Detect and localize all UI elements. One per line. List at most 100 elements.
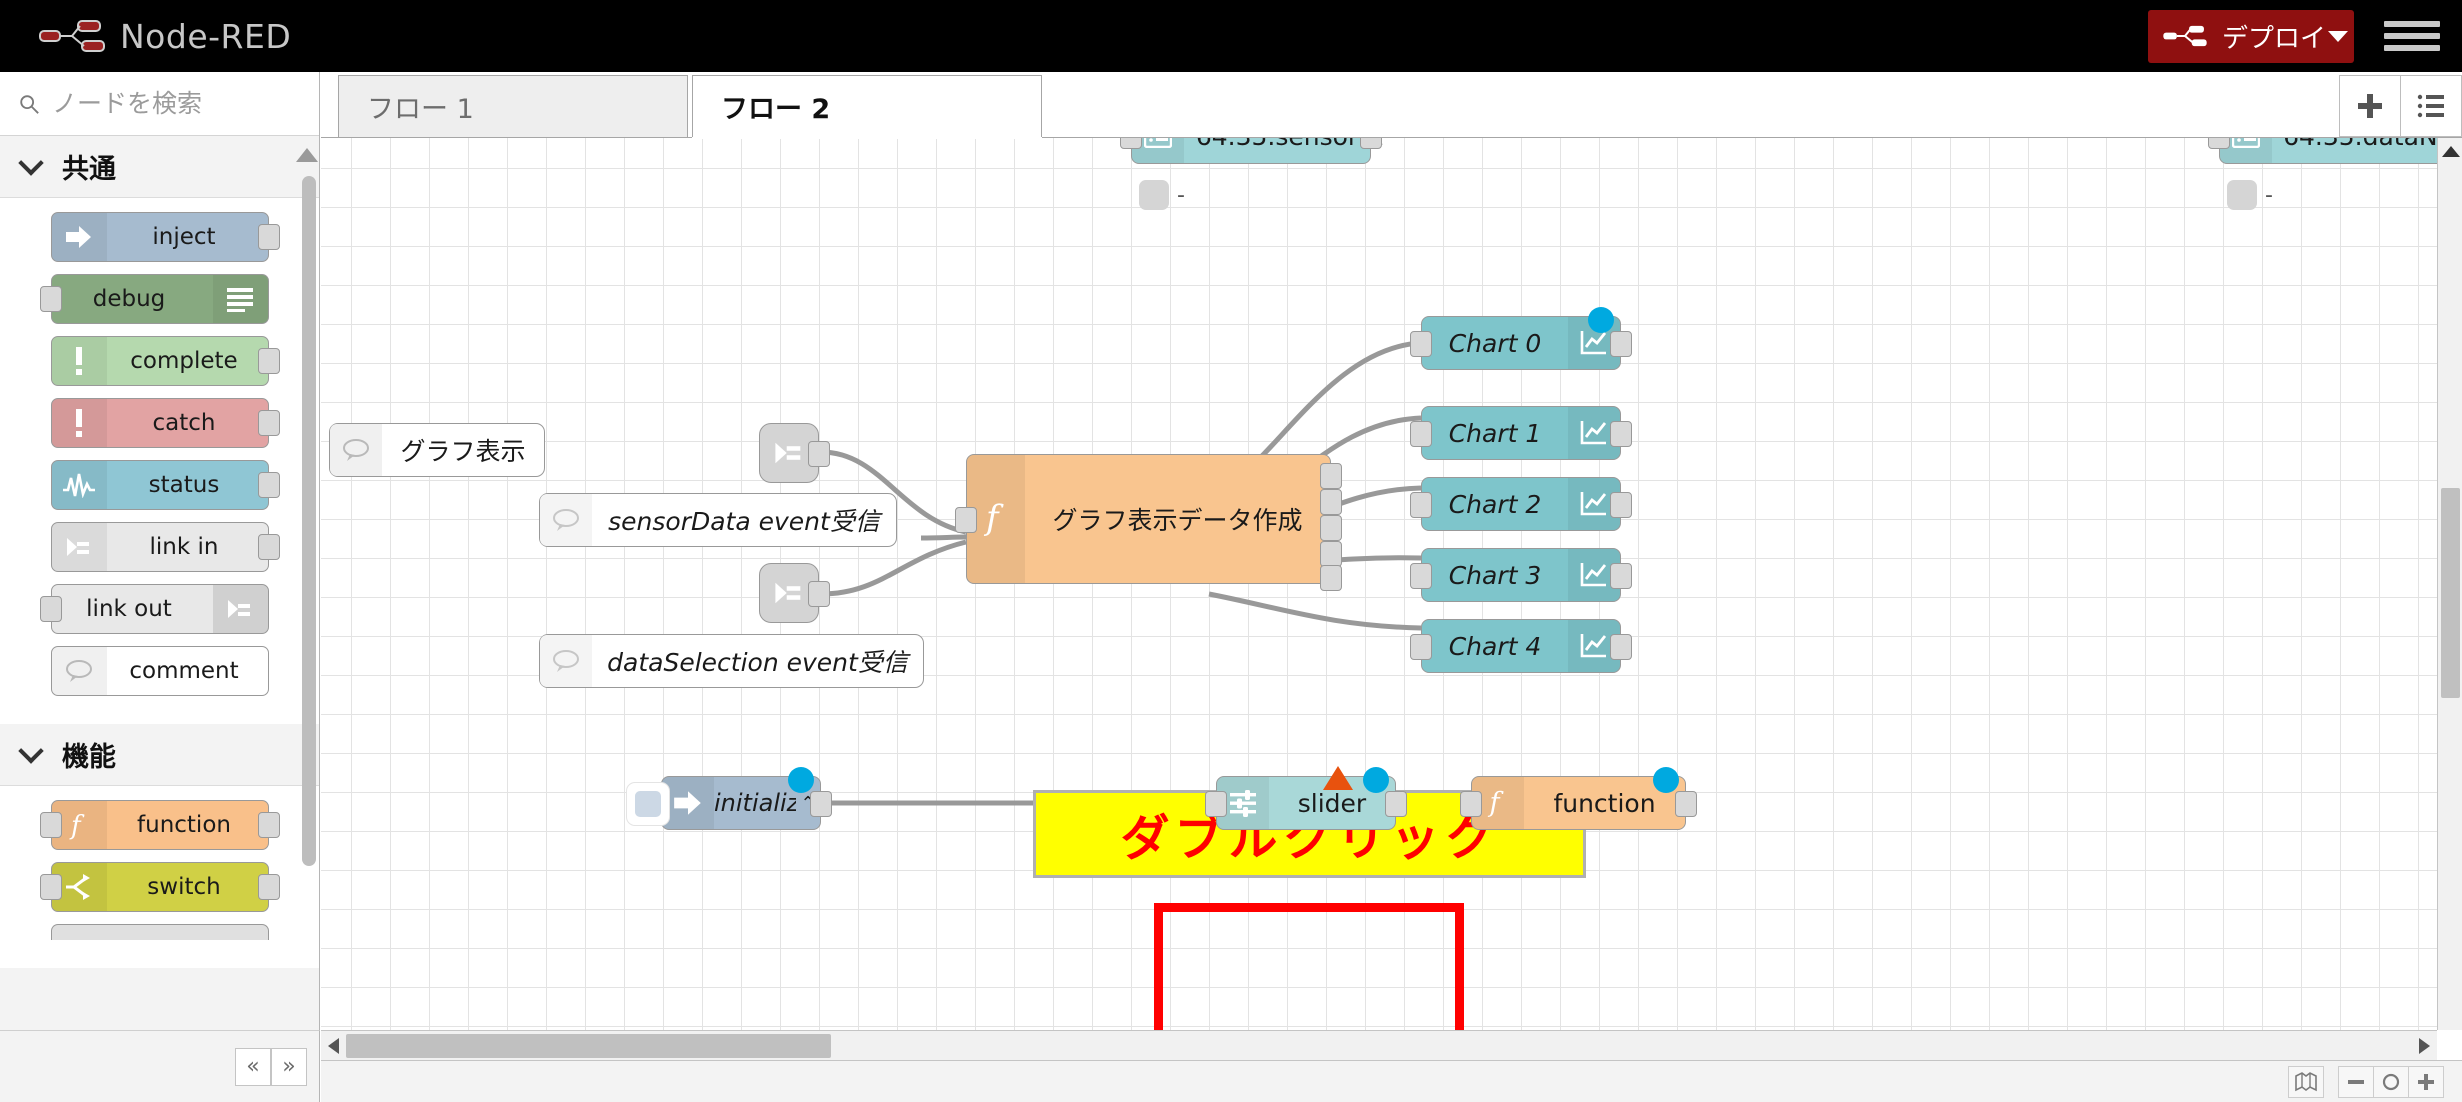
- node-output-port-1[interactable]: [1320, 489, 1342, 515]
- node-input-port[interactable]: [39, 812, 62, 838]
- collapse-all-button[interactable]: «: [235, 1047, 271, 1086]
- node-function-right[interactable]: f function: [1460, 767, 1697, 830]
- node-input-port[interactable]: [1205, 791, 1227, 817]
- node-output-port[interactable]: [1610, 421, 1632, 447]
- node-datana-clipped[interactable]: 64.35.dataNa: [2208, 138, 2462, 164]
- palette-category-function-body: f function switch: [0, 786, 319, 968]
- palette-node-switch[interactable]: switch: [39, 862, 280, 912]
- node-input-port[interactable]: [39, 596, 62, 622]
- palette-node-debug[interactable]: debug: [39, 274, 269, 324]
- node-output-port[interactable]: [257, 224, 280, 250]
- node-input-port[interactable]: [1460, 791, 1482, 817]
- node-output-port-4[interactable]: [1320, 565, 1342, 591]
- zoom-in-button[interactable]: [2408, 1065, 2444, 1098]
- node-output-port[interactable]: [257, 472, 280, 498]
- search-input[interactable]: [52, 89, 292, 118]
- node-output-port-0[interactable]: [1320, 463, 1342, 489]
- canvas-horizontal-scrollbar[interactable]: [321, 1030, 2437, 1060]
- comment-dataselection-event[interactable]: dataSelection event受信: [539, 634, 924, 688]
- node-sensor-clipped[interactable]: 64.35.sensor: [1120, 138, 1382, 164]
- node-output-port[interactable]: [808, 581, 830, 607]
- scroll-left-icon[interactable]: [328, 1038, 339, 1054]
- node-slider[interactable]: slider: [1205, 766, 1407, 830]
- node-input-port[interactable]: [1410, 421, 1432, 447]
- node-input-port[interactable]: [39, 874, 62, 900]
- node-input-port[interactable]: [39, 286, 62, 312]
- deploy-button[interactable]: デプロイ: [2147, 9, 2354, 63]
- node-input-port[interactable]: [1410, 492, 1432, 518]
- hscroll-thumb[interactable]: [346, 1034, 831, 1058]
- flow-list-button[interactable]: [2400, 75, 2462, 137]
- node-output-port[interactable]: [1675, 791, 1697, 817]
- chevron-down-icon[interactable]: [2328, 30, 2348, 42]
- palette-node-status[interactable]: status: [50, 460, 280, 510]
- node-link-in-top[interactable]: [759, 563, 830, 623]
- node-label: グラフ表示データ作成: [1052, 506, 1303, 535]
- node-output-port[interactable]: [257, 410, 280, 436]
- node-output-port[interactable]: [1385, 791, 1407, 817]
- node-input-port[interactable]: [1120, 138, 1142, 149]
- node-input-port[interactable]: [2208, 138, 2230, 149]
- scroll-up-icon[interactable]: [2442, 146, 2460, 157]
- palette-node-comment[interactable]: comment: [50, 646, 269, 696]
- vscroll-thumb[interactable]: [2441, 488, 2460, 698]
- scroll-right-icon[interactable]: [2419, 1038, 2430, 1054]
- node-chart-1[interactable]: Chart 1: [1410, 406, 1632, 460]
- comment-bubble-icon: [540, 635, 592, 687]
- palette-category-function[interactable]: 機能: [0, 724, 319, 786]
- canvas-vertical-scrollbar[interactable]: [2437, 138, 2462, 1030]
- node-chart-4[interactable]: Chart 4: [1410, 619, 1632, 673]
- node-chart-0[interactable]: Chart 0: [1410, 307, 1632, 370]
- node-output-port[interactable]: [257, 348, 280, 374]
- node-output-port[interactable]: [810, 791, 832, 817]
- palette-category-common[interactable]: 共通: [0, 136, 319, 198]
- hamburger-menu-icon[interactable]: [2384, 15, 2440, 57]
- node-chart-3[interactable]: Chart 3: [1410, 548, 1632, 602]
- palette-node-catch[interactable]: catch: [50, 398, 280, 448]
- node-inject-initialize[interactable]: initialize ⌃: [661, 767, 832, 830]
- node-output-port[interactable]: [1610, 331, 1632, 357]
- palette-node-partial[interactable]: [50, 924, 269, 940]
- palette-node-inject[interactable]: inject: [50, 212, 280, 262]
- palette-node-link-in[interactable]: link in: [50, 522, 280, 572]
- node-input-port[interactable]: [1410, 331, 1432, 357]
- status-chip: [1139, 180, 1169, 210]
- comment-sensordata-event[interactable]: sensorData event受信: [539, 493, 897, 547]
- node-input-port[interactable]: [1410, 563, 1432, 589]
- node-output-port[interactable]: [257, 812, 280, 838]
- palette-node-link-out[interactable]: link out: [39, 584, 269, 634]
- node-output-port-2[interactable]: [1320, 515, 1342, 541]
- node-link-in-bottom[interactable]: [759, 423, 830, 483]
- deploy-node-red-logo-icon: [2163, 25, 2207, 47]
- palette-scrollbar-thumb[interactable]: [302, 176, 316, 866]
- node-chart-2[interactable]: Chart 2: [1410, 477, 1632, 531]
- tab-flow-1[interactable]: フロー 1: [338, 75, 688, 137]
- node-output-port[interactable]: [808, 441, 830, 467]
- node-input-port[interactable]: [955, 507, 977, 533]
- zoom-reset-button[interactable]: [2373, 1065, 2409, 1098]
- navigator-button[interactable]: [2288, 1065, 2324, 1098]
- node-output-port-3[interactable]: [1320, 541, 1342, 567]
- node-output-port[interactable]: [1610, 492, 1632, 518]
- expand-all-button[interactable]: »: [271, 1047, 307, 1086]
- node-function-graphdata[interactable]: f グラフ表示データ作成: [955, 454, 1342, 591]
- triangle-up-icon[interactable]: [296, 148, 318, 162]
- debug-list-icon: [212, 275, 268, 323]
- node-output-port[interactable]: [257, 874, 280, 900]
- flow-canvas[interactable]: 64.35.sensor - 64.35.dataNa - グラフ表示 sens…: [321, 138, 2462, 1030]
- node-output-port[interactable]: [1360, 138, 1382, 149]
- tab-flow-2[interactable]: フロー 2: [692, 75, 1042, 137]
- inject-trigger-button[interactable]: [626, 782, 670, 826]
- status-badge: [1363, 767, 1389, 793]
- palette-node-complete[interactable]: complete: [50, 336, 280, 386]
- svg-text:f: f: [1488, 788, 1505, 819]
- node-output-port[interactable]: [1610, 563, 1632, 589]
- node-output-port[interactable]: [257, 534, 280, 560]
- comment-graph-display[interactable]: グラフ表示: [329, 423, 545, 477]
- add-flow-button[interactable]: [2339, 75, 2401, 137]
- node-output-port[interactable]: [1610, 634, 1632, 660]
- palette-node-function[interactable]: f function: [39, 800, 280, 850]
- zoom-out-button[interactable]: [2338, 1065, 2374, 1098]
- palette-scroll-region[interactable]: 共通 inject debug complete catch status li…: [0, 136, 319, 1030]
- node-input-port[interactable]: [1410, 634, 1432, 660]
